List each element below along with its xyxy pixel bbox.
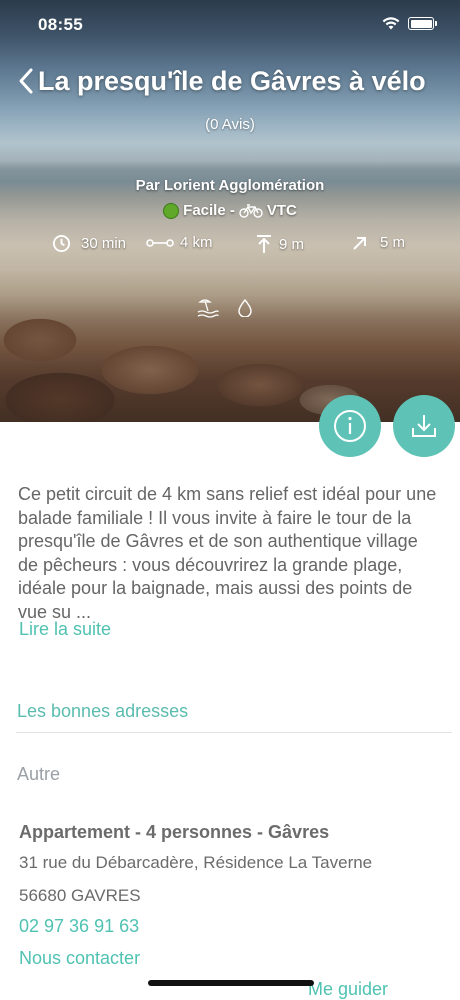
clock-icon <box>52 234 71 253</box>
difficulty-dot-icon <box>163 202 180 219</box>
wifi-icon <box>382 17 400 30</box>
download-icon <box>412 415 436 437</box>
difficulty-label: Facile - <box>183 202 235 219</box>
download-button[interactable] <box>393 395 455 457</box>
home-indicator <box>148 980 314 986</box>
stat-distance: 4 km <box>146 234 213 251</box>
status-bar: 08:55 <box>0 14 460 36</box>
battery-icon <box>408 17 437 30</box>
read-more-link[interactable]: Lire la suite <box>19 619 111 640</box>
ascent-icon <box>257 235 271 253</box>
address-line-2: 56680 GAVRES <box>19 886 141 905</box>
water-drop-icon <box>238 299 252 317</box>
address-category: Autre <box>17 764 61 784</box>
status-time: 08:55 <box>38 15 83 34</box>
bike-icon <box>239 203 263 218</box>
author-label: Par Lorient Agglomération <box>135 177 325 194</box>
duration-value: 30 min <box>81 235 127 252</box>
stat-ascent: 9 m <box>255 234 304 254</box>
info-icon <box>334 410 366 442</box>
difficulty-row: Facile - VTC <box>0 202 460 219</box>
stat-duration: 30 min <box>52 234 126 253</box>
page-title: La presqu'île de Gâvres à vélo <box>38 66 426 96</box>
place-name: Appartement - 4 personnes - Gâvres <box>19 822 330 842</box>
description-text: Ce petit circuit de 4 km sans relief est… <box>18 484 437 622</box>
descent-value: 5 m <box>380 234 406 251</box>
beach-icon <box>197 299 219 318</box>
stat-descent: 5 m <box>352 234 405 251</box>
back-arrow-icon[interactable] <box>16 66 38 96</box>
address-line-1: 31 rue du Débarcadère, Résidence La Tave… <box>19 853 373 872</box>
distance-icon <box>146 238 174 247</box>
themes-row <box>196 298 252 318</box>
info-button[interactable] <box>319 395 381 457</box>
hero-image: 08:55 La presqu'île de Gâvres à vélo (0 … <box>0 0 460 422</box>
practice-label: VTC <box>266 202 297 219</box>
arrow-up-right-icon <box>353 236 366 250</box>
good-addresses-title: Les bonnes adresses <box>17 701 189 721</box>
distance-value: 4 km <box>180 234 213 251</box>
ascent-value: 9 m <box>279 235 305 253</box>
guide-link[interactable]: Me guider <box>308 979 388 1000</box>
reviews-count[interactable]: (0 Avis) <box>0 116 460 133</box>
stats-row: 30 min 4 km 9 m 5 m <box>0 234 460 256</box>
phone-link[interactable]: 02 97 36 91 63 <box>19 916 139 937</box>
contact-link[interactable]: Nous contacter <box>19 948 140 969</box>
divider <box>16 732 452 733</box>
